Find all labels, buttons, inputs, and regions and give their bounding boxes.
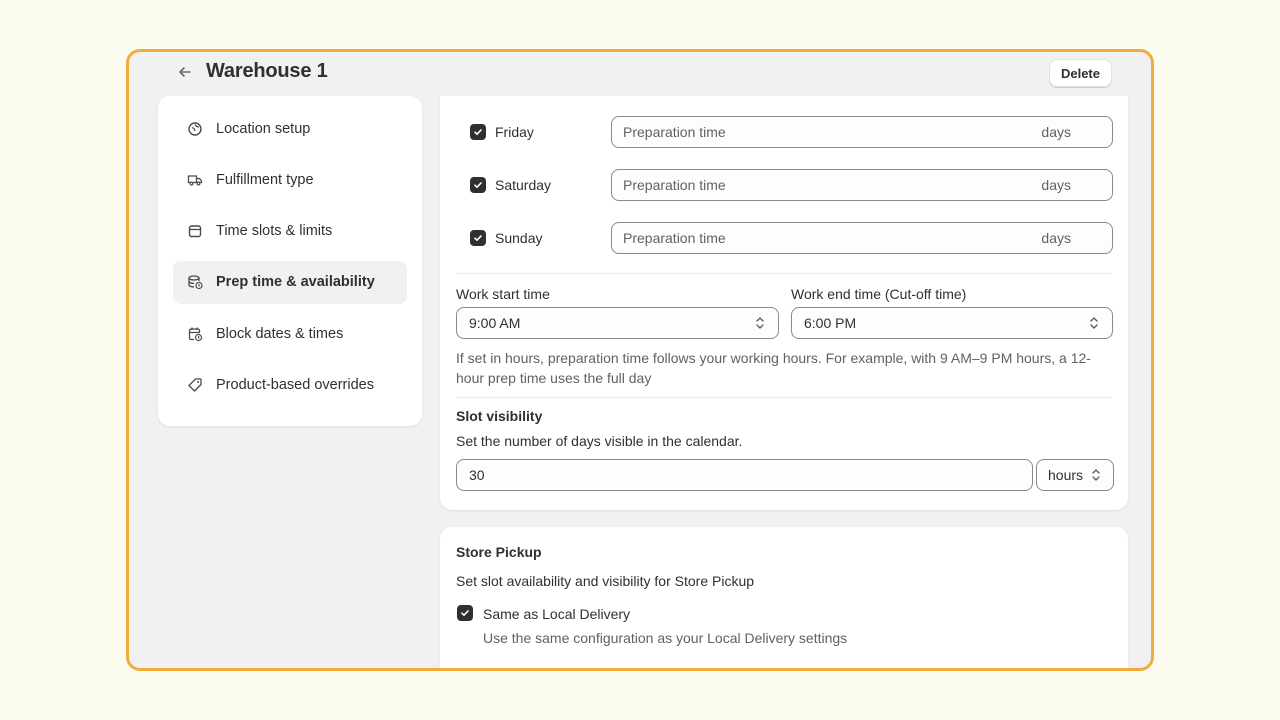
sidebar-item-label: Block dates & times (216, 325, 344, 342)
tag-icon (187, 377, 203, 393)
slot-visibility-unit-select[interactable]: hours (1036, 459, 1114, 491)
day-row-saturday: Saturday Preparation time days (440, 169, 1128, 201)
input-suffix: days (1041, 230, 1071, 246)
checkmark-icon (474, 182, 482, 188)
checkmark-icon (474, 235, 482, 241)
input-placeholder: Preparation time (623, 124, 726, 140)
slot-visibility-title: Slot visibility (456, 408, 543, 424)
work-start-select[interactable]: 9:00 AM (456, 307, 779, 339)
slot-visibility-description: Set the number of days visible in the ca… (456, 433, 743, 449)
friday-prep-time-input[interactable]: Preparation time days (611, 116, 1113, 148)
work-end-select[interactable]: 6:00 PM (791, 307, 1113, 339)
location-icon (187, 121, 203, 137)
day-label: Sunday (495, 230, 543, 246)
day-row-friday: Friday Preparation time days (440, 116, 1128, 148)
arrow-left-icon (179, 67, 191, 77)
sunday-checkbox[interactable] (470, 230, 486, 246)
day-label: Saturday (495, 177, 552, 193)
page-header: Warehouse 1 Delete (129, 52, 1151, 96)
input-placeholder: Preparation time (623, 177, 726, 193)
calendar-icon (187, 223, 203, 239)
settings-sidebar: Location setup Fulfillment type Time slo… (158, 96, 422, 426)
input-value: 30 (469, 467, 485, 483)
day-label: Friday (495, 124, 534, 140)
same-as-local-delivery-help: Use the same configuration as your Local… (483, 630, 848, 646)
slot-visibility-input[interactable]: 30 (456, 459, 1033, 491)
sidebar-item-label: Location setup (216, 120, 311, 137)
input-placeholder: Preparation time (623, 230, 726, 246)
input-suffix: days (1041, 124, 1071, 140)
app-window: Warehouse 1 Delete Location setup Fulfil… (126, 49, 1154, 671)
select-value: hours (1048, 467, 1084, 483)
database-clock-icon (187, 274, 203, 290)
sidebar-item-fulfillment-type[interactable]: Fulfillment type (173, 158, 407, 201)
work-start-label: Work start time (456, 286, 550, 302)
saturday-prep-time-input[interactable]: Preparation time days (611, 169, 1113, 201)
sidebar-item-product-overrides[interactable]: Product-based overrides (173, 363, 407, 406)
select-value: 6:00 PM (804, 315, 857, 331)
sidebar-item-block-dates[interactable]: Block dates & times (173, 312, 407, 355)
sidebar-item-prep-time[interactable]: Prep time & availability (173, 260, 407, 304)
sidebar-item-location-setup[interactable]: Location setup (173, 107, 407, 150)
saturday-checkbox[interactable] (470, 177, 486, 193)
truck-icon (187, 172, 203, 188)
select-chevron-icon (1088, 315, 1100, 331)
sidebar-item-label: Time slots & limits (216, 223, 333, 240)
friday-checkbox[interactable] (470, 124, 486, 140)
divider (456, 397, 1112, 398)
checkmark-icon (474, 129, 482, 135)
select-value: 9:00 AM (469, 315, 521, 331)
working-hours-help-text: If set in hours, preparation time follow… (456, 350, 1091, 386)
page-title: Warehouse 1 (206, 60, 328, 82)
select-chevron-icon (754, 315, 766, 331)
checkmark-icon (461, 610, 469, 616)
store-pickup-description: Set slot availability and visibility for… (456, 573, 755, 589)
input-suffix: days (1041, 177, 1071, 193)
sunday-prep-time-input[interactable]: Preparation time days (611, 222, 1113, 254)
store-pickup-card: Store Pickup Set slot availability and v… (440, 527, 1128, 668)
sidebar-item-label: Fulfillment type (216, 171, 314, 188)
prep-time-card: Friday Preparation time days Saturday Pr… (440, 96, 1128, 510)
select-chevron-icon (1090, 467, 1102, 483)
sidebar-item-time-slots[interactable]: Time slots & limits (173, 210, 407, 253)
same-as-local-delivery-label: Same as Local Delivery (483, 606, 631, 622)
calendar-clock-icon (187, 326, 203, 342)
sidebar-item-label: Product-based overrides (216, 376, 374, 393)
store-pickup-title: Store Pickup (456, 544, 542, 560)
work-end-label: Work end time (Cut-off time) (791, 286, 967, 302)
same-as-local-delivery-checkbox[interactable] (457, 605, 473, 621)
back-button[interactable] (173, 60, 197, 84)
delete-button[interactable]: Delete (1048, 59, 1112, 87)
divider (456, 273, 1112, 274)
sidebar-item-label: Prep time & availability (216, 274, 375, 291)
day-row-sunday: Sunday Preparation time days (440, 222, 1128, 254)
